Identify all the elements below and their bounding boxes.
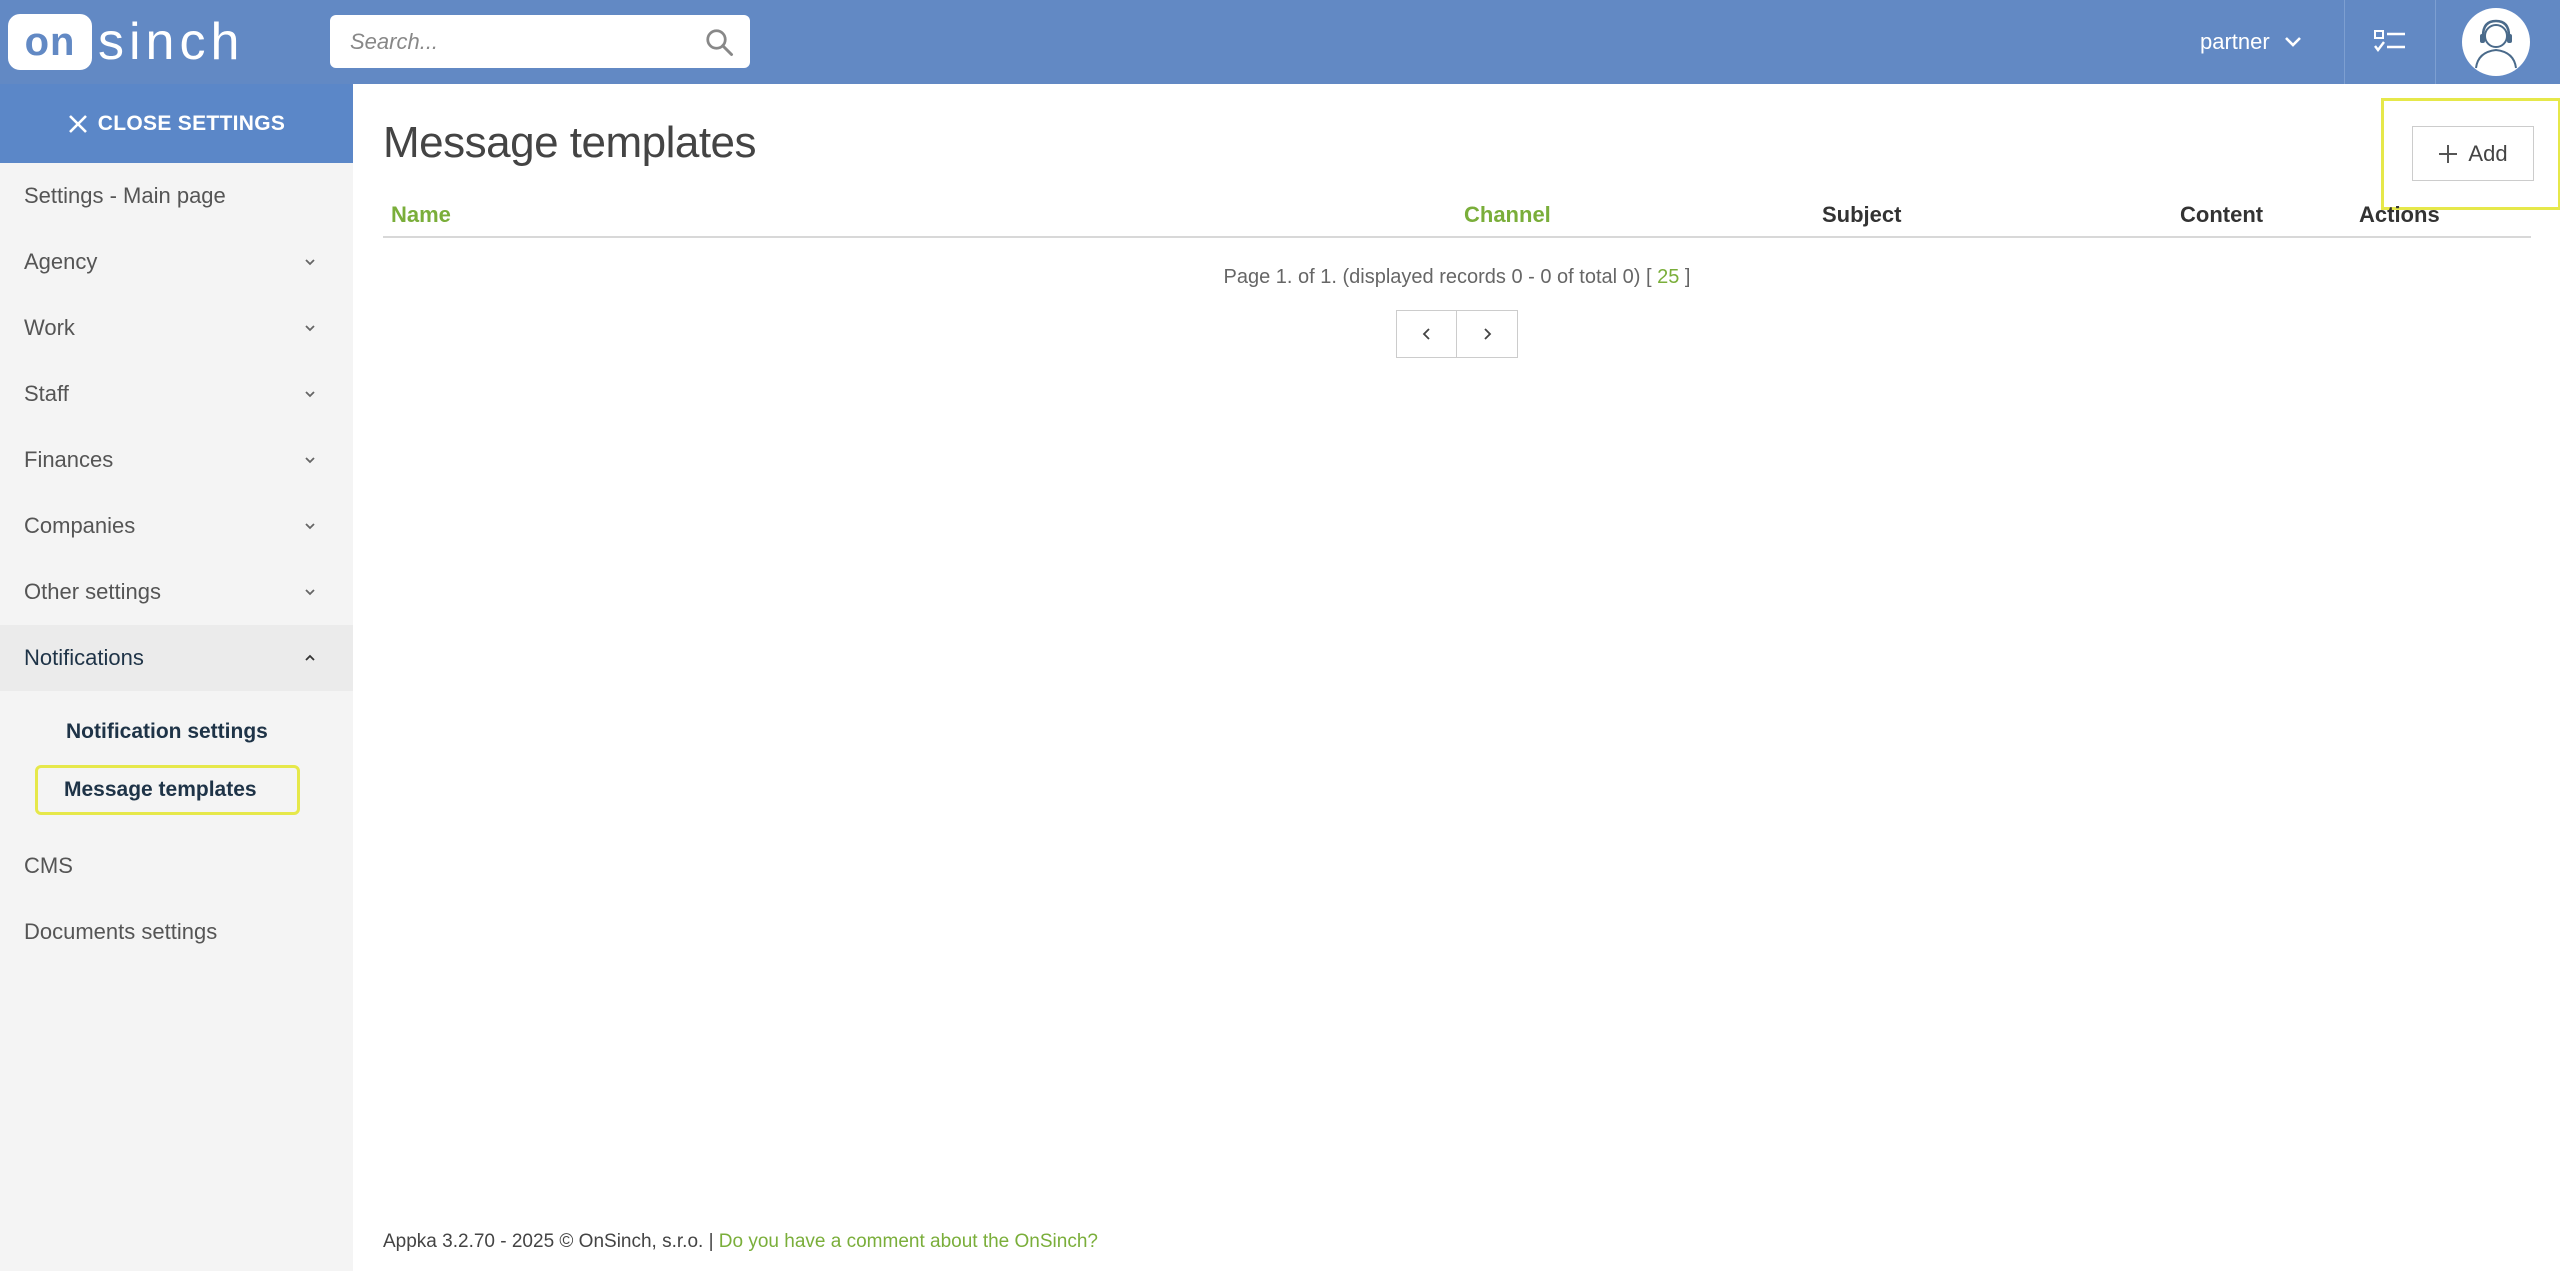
chevron-right-icon <box>1484 328 1492 340</box>
chevron-down-icon <box>305 589 315 596</box>
page-title: Message templates <box>383 118 757 167</box>
column-header-subject: Subject <box>1822 202 1902 227</box>
top-bar: on sinch partner <box>0 0 2560 84</box>
sidebar-item-label: Staff <box>24 381 69 406</box>
feedback-link[interactable]: Do you have a comment about the OnSinch? <box>719 1231 1098 1252</box>
chevron-down-icon <box>305 259 315 266</box>
sidebar-subitem-message-templates[interactable]: Message templates <box>0 761 353 819</box>
sidebar-item-main-page[interactable]: Settings - Main page <box>0 163 353 229</box>
settings-sidebar: CLOSE SETTINGS Settings - Main page Agen… <box>0 84 353 1271</box>
next-page-button[interactable] <box>1457 310 1518 358</box>
sidebar-item-finances[interactable]: Finances <box>0 427 353 493</box>
table-header: Name Channel Subject Content Actions <box>383 194 2531 238</box>
search-icon[interactable] <box>704 27 734 57</box>
pagination-info: Page 1. of 1. (displayed records 0 - 0 o… <box>383 266 2531 289</box>
sidebar-item-label: Companies <box>24 513 136 538</box>
add-button[interactable]: Add <box>2412 126 2534 181</box>
sidebar-subitem-label: Notification settings <box>66 720 268 743</box>
logo-box: on <box>8 14 92 70</box>
sidebar-item-label: CMS <box>24 853 73 878</box>
footer-text: Appka 3.2.70 - 2025 © OnSinch, s.r.o. | <box>383 1231 714 1252</box>
onsinch-logo[interactable]: on sinch <box>8 13 244 71</box>
chevron-up-icon <box>305 654 315 661</box>
submenu-spacer <box>0 819 353 833</box>
search-box <box>330 15 750 68</box>
column-header-content: Content <box>2180 202 2264 227</box>
sidebar-item-label: Documents settings <box>24 919 218 944</box>
search-input[interactable] <box>330 15 670 68</box>
column-header-name[interactable]: Name <box>391 202 451 228</box>
prev-page-button[interactable] <box>1396 310 1457 358</box>
plus-icon <box>2439 144 2458 163</box>
chevron-down-icon <box>305 457 315 464</box>
pagination-text: Page 1. of 1. (displayed records 0 - 0 o… <box>1223 266 1652 288</box>
sidebar-item-label: Finances <box>24 447 114 472</box>
sidebar-item-staff[interactable]: Staff <box>0 361 353 427</box>
sidebar-item-work[interactable]: Work <box>0 295 353 361</box>
sidebar-item-other-settings[interactable]: Other settings <box>0 559 353 625</box>
add-button-label: Add <box>2468 140 2508 166</box>
sidebar-item-label: Notifications <box>24 645 144 670</box>
sidebar-item-cms[interactable]: CMS <box>0 833 353 899</box>
footer: Appka 3.2.70 - 2025 © OnSinch, s.r.o. | … <box>383 1231 1098 1253</box>
sidebar-item-agency[interactable]: Agency <box>0 229 353 295</box>
user-menu[interactable]: partner <box>2200 0 2302 84</box>
page-size-link[interactable]: 25 <box>1657 266 1679 288</box>
pagination-controls <box>1396 310 1518 358</box>
column-header-actions: Actions <box>2359 202 2440 227</box>
close-settings-button[interactable]: CLOSE SETTINGS <box>0 84 353 163</box>
sidebar-item-documents-settings[interactable]: Documents settings <box>0 899 353 965</box>
pagination-close: ] <box>1684 266 1691 288</box>
chevron-down-icon <box>2284 37 2301 47</box>
sidebar-subitem-notification-settings[interactable]: Notification settings <box>0 703 353 761</box>
tasks-button[interactable] <box>2344 0 2436 84</box>
close-icon <box>68 114 87 133</box>
sidebar-subitem-label: Message templates <box>35 765 300 815</box>
avatar-icon <box>2475 19 2517 69</box>
column-header-channel[interactable]: Channel <box>1464 202 1551 228</box>
user-name: partner <box>2200 29 2270 54</box>
chevron-down-icon <box>305 523 315 530</box>
checklist-icon <box>2374 30 2405 52</box>
close-settings-label: CLOSE SETTINGS <box>97 111 286 135</box>
chevron-left-icon <box>1422 328 1430 340</box>
sidebar-item-companies[interactable]: Companies <box>0 493 353 559</box>
chevron-down-icon <box>305 391 315 398</box>
submenu-spacer <box>0 691 353 703</box>
sidebar-item-label: Settings - Main page <box>24 183 226 208</box>
chevron-down-icon <box>305 325 315 332</box>
sidebar-item-notifications[interactable]: Notifications <box>0 625 353 691</box>
sidebar-item-label: Other settings <box>24 579 161 604</box>
sidebar-item-label: Agency <box>24 249 98 274</box>
logo-text: sinch <box>98 13 245 71</box>
sidebar-item-label: Work <box>24 315 75 340</box>
user-avatar[interactable] <box>2462 8 2530 76</box>
